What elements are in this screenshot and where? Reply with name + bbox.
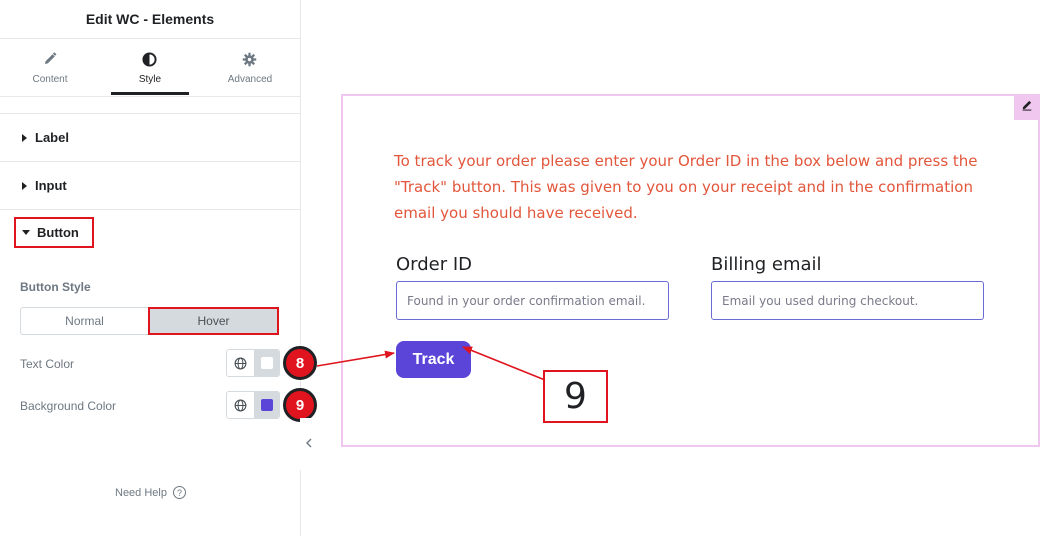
annotation-badge-8: 8: [283, 346, 317, 380]
need-help-link[interactable]: Need Help ?: [115, 486, 186, 499]
section-button[interactable]: Button: [14, 217, 94, 248]
panel-header: Edit WC - Elements: [0, 0, 300, 39]
billing-email-label: Billing email: [711, 254, 822, 275]
button-style-label: Button Style: [20, 280, 91, 294]
toggle-normal[interactable]: Normal: [20, 307, 148, 335]
caret-down-icon: [22, 230, 30, 235]
section-input[interactable]: Input: [0, 162, 300, 210]
globe-icon[interactable]: [227, 392, 254, 418]
editor-panel: Edit WC - Elements Content Style Advance…: [0, 0, 301, 536]
text-color-label: Text Color: [20, 357, 75, 371]
track-button[interactable]: Track: [396, 341, 471, 378]
panel-title: Edit WC - Elements: [85, 11, 215, 27]
tab-style[interactable]: Style: [100, 39, 200, 96]
need-help-label: Need Help: [115, 486, 167, 499]
color-swatch-button[interactable]: [254, 350, 279, 376]
section-title: Label: [35, 130, 69, 145]
button-style-toggle: Normal Hover: [20, 307, 279, 335]
collapse-panel-button[interactable]: [300, 418, 318, 470]
tab-label: Style: [138, 74, 162, 85]
annotation-callout: 9: [543, 370, 608, 423]
edit-widget-button[interactable]: [1014, 94, 1040, 120]
pencil-icon: [43, 50, 57, 68]
half-circle-icon: [142, 50, 157, 68]
section-title: Input: [35, 178, 67, 193]
tab-advanced[interactable]: Advanced: [200, 39, 300, 96]
pencil-icon: [1021, 98, 1033, 116]
color-swatch-button[interactable]: [254, 392, 279, 418]
background-color-swatch: [260, 399, 273, 411]
toggle-hover[interactable]: Hover: [148, 307, 279, 335]
tab-label: Advanced: [227, 74, 273, 85]
billing-email-input[interactable]: [711, 281, 984, 320]
background-color-label: Background Color: [20, 399, 117, 413]
section-title: Button: [37, 225, 79, 240]
tab-content[interactable]: Content: [0, 39, 100, 96]
caret-right-icon: [22, 133, 27, 142]
divider: [0, 97, 300, 114]
text-color-swatch: [260, 357, 273, 369]
annotation-badge-9: 9: [283, 388, 317, 422]
text-color-picker: [226, 349, 280, 377]
background-color-picker: [226, 391, 280, 419]
order-tracking-notice: To track your order please enter your Or…: [394, 152, 978, 222]
gear-icon: [242, 50, 257, 68]
tab-label: Content: [32, 74, 68, 85]
panel-tabs: Content Style Advanced: [0, 39, 300, 97]
order-id-label: Order ID: [396, 254, 473, 275]
chevron-left-icon: [305, 435, 313, 453]
question-icon: ?: [172, 486, 186, 499]
globe-icon[interactable]: [227, 350, 254, 376]
section-label[interactable]: Label: [0, 114, 300, 162]
caret-right-icon: [22, 181, 27, 190]
preview-widget[interactable]: To track your order please enter your Or…: [341, 94, 1040, 447]
order-id-input[interactable]: [396, 281, 669, 320]
